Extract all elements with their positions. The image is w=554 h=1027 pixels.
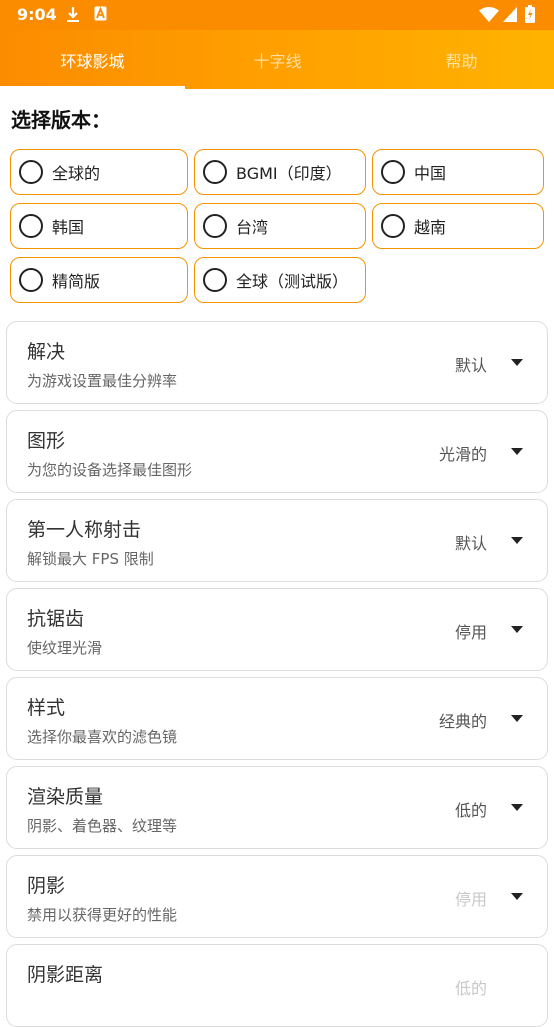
tab-universal[interactable]: 环球影城 bbox=[0, 30, 185, 89]
dropdown-arrow-icon[interactable] bbox=[511, 537, 523, 544]
dropdown-arrow-icon[interactable] bbox=[511, 626, 523, 633]
tab-crosshair[interactable]: 十字线 bbox=[185, 30, 370, 89]
radio-unchecked-icon[interactable] bbox=[203, 214, 227, 238]
status-time: 9:04 bbox=[17, 5, 57, 24]
wifi-icon bbox=[479, 7, 499, 22]
version-option-lite[interactable]: 精简版 bbox=[10, 257, 188, 303]
version-option-china[interactable]: 中国 bbox=[372, 149, 544, 195]
version-option-vietnam[interactable]: 越南 bbox=[372, 203, 544, 249]
setting-title: 阴影距离 bbox=[27, 964, 104, 986]
download-icon bbox=[67, 7, 79, 22]
setting-subtitle: 为游戏设置最佳分辨率 bbox=[27, 372, 178, 390]
dropdown-arrow-icon[interactable] bbox=[511, 715, 523, 722]
setting-value-dropdown[interactable]: 停用 bbox=[455, 886, 487, 910]
dropdown-arrow-icon[interactable] bbox=[511, 804, 523, 811]
setting-card-shadow-distance[interactable]: 阴影距离 低的 bbox=[6, 944, 548, 1027]
setting-subtitle: 使纹理光滑 bbox=[27, 639, 103, 657]
setting-value-dropdown[interactable]: 经典的 bbox=[439, 708, 487, 732]
setting-subtitle: 阴影、着色器、纹理等 bbox=[27, 817, 178, 835]
tab-active-indicator bbox=[0, 86, 185, 89]
setting-value-dropdown[interactable]: 停用 bbox=[455, 619, 487, 643]
setting-value-dropdown[interactable]: 光滑的 bbox=[439, 441, 487, 465]
tab-bar: 环球影城 十字线 帮助 bbox=[0, 30, 554, 89]
setting-title: 解决 bbox=[27, 341, 66, 363]
setting-subtitle: 选择你最喜欢的滤色镜 bbox=[27, 728, 178, 746]
status-bar: 9:04 bbox=[0, 0, 554, 30]
setting-value-dropdown[interactable]: 低的 bbox=[455, 797, 487, 821]
version-option-label: BGMI（印度） bbox=[236, 164, 342, 183]
setting-card-fps[interactable]: 第一人称射击 解锁最大 FPS 限制 默认 bbox=[6, 499, 548, 582]
setting-title: 样式 bbox=[27, 697, 66, 719]
tab-help[interactable]: 帮助 bbox=[369, 30, 554, 89]
version-option-korea[interactable]: 韩国 bbox=[10, 203, 188, 249]
setting-card-style[interactable]: 样式 选择你最喜欢的滤色镜 经典的 bbox=[6, 677, 548, 760]
app-notification-icon bbox=[94, 6, 107, 21]
radio-unchecked-icon[interactable] bbox=[19, 268, 43, 292]
radio-unchecked-icon[interactable] bbox=[203, 160, 227, 184]
version-option-label: 全球的 bbox=[52, 164, 101, 183]
dropdown-arrow-icon[interactable] bbox=[511, 893, 523, 900]
setting-value-dropdown[interactable]: 默认 bbox=[455, 530, 487, 554]
version-option-label: 越南 bbox=[414, 218, 447, 237]
radio-unchecked-icon[interactable] bbox=[19, 214, 43, 238]
setting-title: 第一人称射击 bbox=[27, 519, 142, 541]
version-option-global[interactable]: 全球的 bbox=[10, 149, 188, 195]
version-option-label: 韩国 bbox=[52, 218, 85, 237]
setting-subtitle: 禁用以获得更好的性能 bbox=[27, 906, 178, 924]
cellular-signal-icon bbox=[503, 7, 517, 22]
setting-subtitle: 解锁最大 FPS 限制 bbox=[27, 550, 154, 568]
version-option-bgmi[interactable]: BGMI（印度） bbox=[194, 149, 366, 195]
setting-value-dropdown[interactable]: 低的 bbox=[455, 975, 487, 999]
dropdown-arrow-icon[interactable] bbox=[511, 448, 523, 455]
battery-icon bbox=[525, 5, 535, 23]
setting-card-antialiasing[interactable]: 抗锯齿 使纹理光滑 停用 bbox=[6, 588, 548, 671]
radio-unchecked-icon[interactable] bbox=[381, 214, 405, 238]
version-option-taiwan[interactable]: 台湾 bbox=[194, 203, 366, 249]
dropdown-arrow-icon[interactable] bbox=[511, 359, 523, 366]
setting-card-graphics[interactable]: 图形 为您的设备选择最佳图形 光滑的 bbox=[6, 410, 548, 493]
setting-title: 渲染质量 bbox=[27, 786, 104, 808]
version-section-title: 选择版本： bbox=[11, 108, 111, 132]
radio-unchecked-icon[interactable] bbox=[381, 160, 405, 184]
setting-card-shadow[interactable]: 阴影 禁用以获得更好的性能 停用 bbox=[6, 855, 548, 938]
setting-title: 阴影 bbox=[27, 875, 66, 897]
version-option-label: 中国 bbox=[414, 164, 447, 183]
version-option-label: 台湾 bbox=[236, 218, 269, 237]
setting-value-dropdown[interactable]: 默认 bbox=[455, 352, 487, 376]
setting-title: 图形 bbox=[27, 430, 66, 452]
version-option-label: 精简版 bbox=[52, 272, 101, 291]
radio-unchecked-icon[interactable] bbox=[203, 268, 227, 292]
setting-subtitle: 为您的设备选择最佳图形 bbox=[27, 461, 193, 479]
version-option-global-beta[interactable]: 全球（测试版） bbox=[194, 257, 366, 303]
version-option-label: 全球（测试版） bbox=[236, 272, 349, 291]
setting-card-resolution[interactable]: 解决 为游戏设置最佳分辨率 默认 bbox=[6, 321, 548, 404]
setting-card-render-quality[interactable]: 渲染质量 阴影、着色器、纹理等 低的 bbox=[6, 766, 548, 849]
radio-unchecked-icon[interactable] bbox=[19, 160, 43, 184]
setting-title: 抗锯齿 bbox=[27, 608, 85, 630]
